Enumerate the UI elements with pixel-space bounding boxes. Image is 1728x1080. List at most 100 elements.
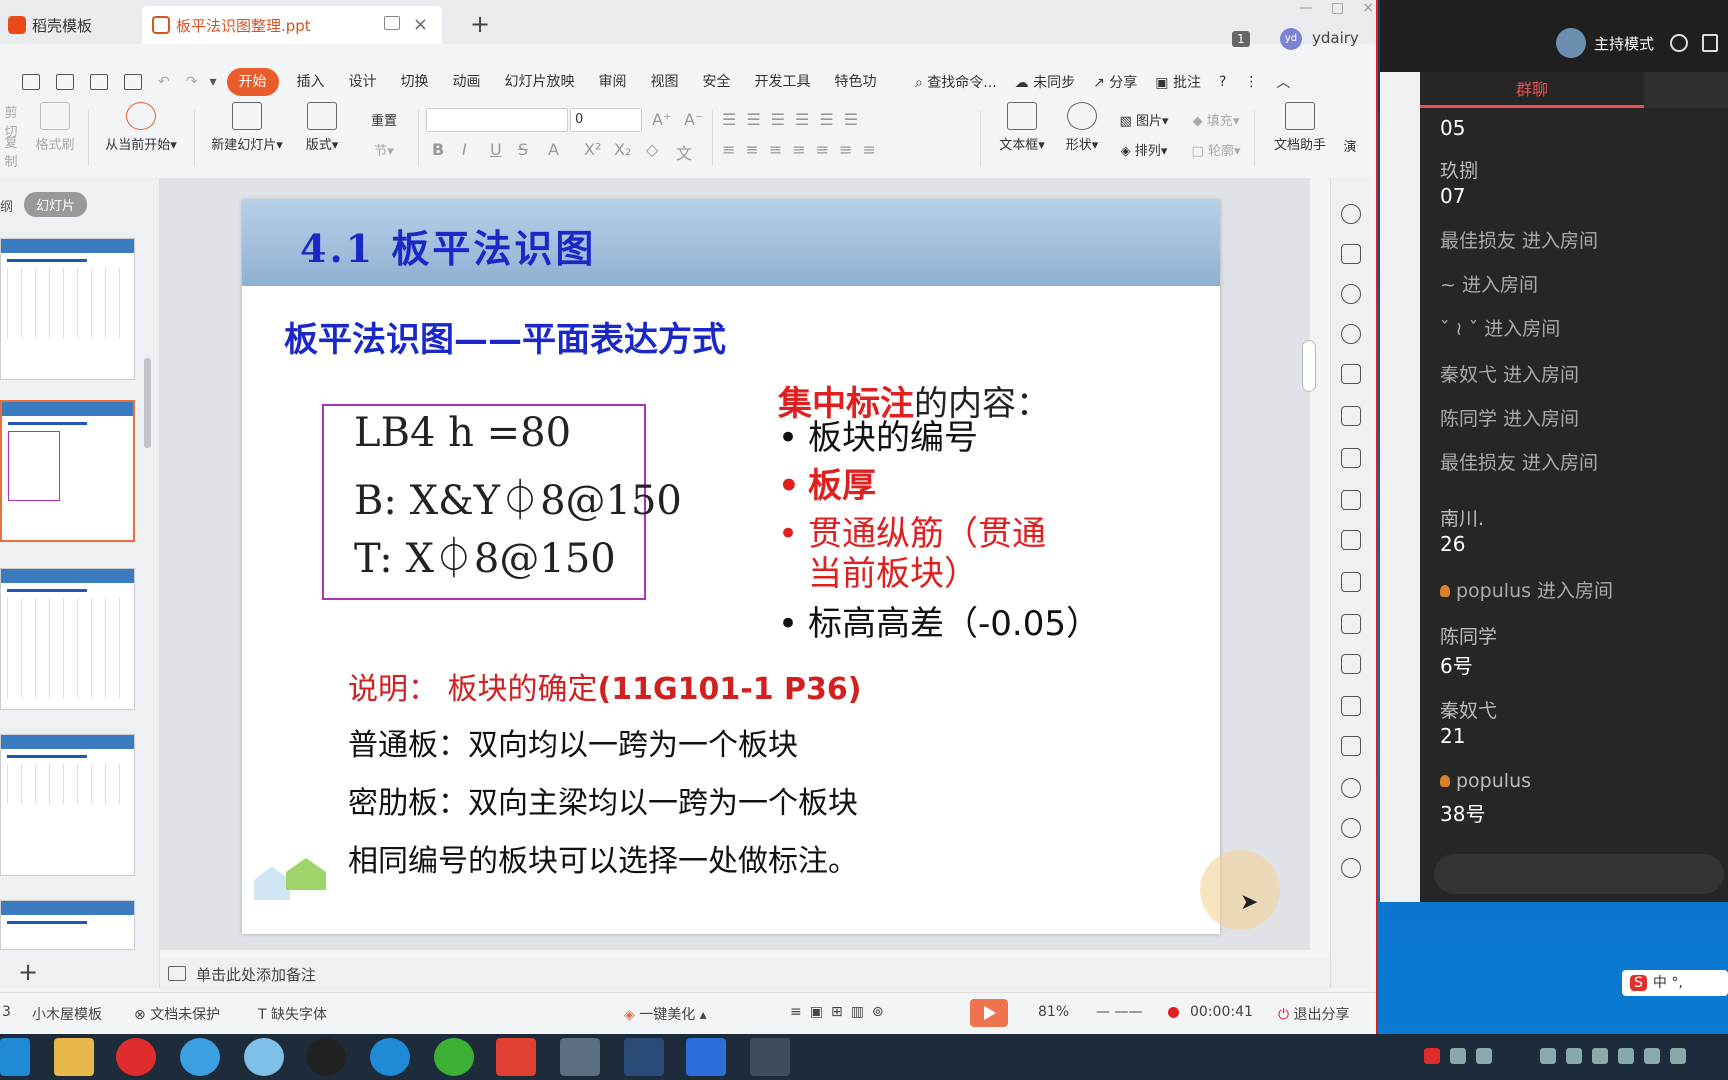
document-protection[interactable]: ⊗ 文档未保护: [134, 1004, 220, 1024]
clear-format-icon[interactable]: ◇: [646, 140, 658, 159]
font-size-select[interactable]: 0: [570, 108, 642, 132]
arrange-button[interactable]: ◈ 排列▾: [1112, 140, 1176, 159]
share-button[interactable]: ↗ 分享: [1093, 72, 1137, 92]
wps-icon[interactable]: [686, 1038, 726, 1076]
outline-tab[interactable]: 纲: [0, 196, 13, 215]
maximize-icon[interactable]: □: [1331, 0, 1344, 24]
academy-icon[interactable]: [560, 1038, 600, 1076]
menu-insert[interactable]: 插入: [285, 68, 337, 96]
more-icon[interactable]: ⋮: [1244, 74, 1258, 90]
help-tray-icon[interactable]: [1450, 1048, 1466, 1064]
new-tab-button[interactable]: +: [470, 10, 490, 38]
slide-scrollbar[interactable]: [1302, 340, 1316, 392]
netease-music-icon[interactable]: [116, 1038, 156, 1076]
zoom-level[interactable]: 81%: [1038, 1004, 1069, 1020]
slide-thumbnail-selected[interactable]: [0, 400, 135, 542]
picture-button[interactable]: ▧ 图片▾: [1112, 110, 1176, 129]
sync-status[interactable]: ☁ 未同步: [1015, 72, 1075, 92]
export-icon[interactable]: [56, 74, 74, 90]
gallery-icon[interactable]: [1341, 572, 1361, 592]
menu-design[interactable]: 设计: [337, 68, 389, 96]
slide[interactable]: 4.1 板平法识图 板平法识图——平面表达方式 LB4 h =80 B: X&Y…: [242, 200, 1220, 934]
user-avatar[interactable]: yd: [1280, 28, 1302, 50]
table-icon[interactable]: [1341, 406, 1361, 426]
help-icon[interactable]: ?: [1219, 74, 1226, 90]
export-share-icon[interactable]: [1341, 614, 1361, 634]
animation-icon[interactable]: [1341, 364, 1361, 384]
gear-icon[interactable]: [1670, 34, 1688, 52]
ke-app-icon[interactable]: [750, 1038, 790, 1076]
section-button[interactable]: 节▾: [354, 140, 414, 159]
host-avatar[interactable]: [1556, 28, 1586, 58]
grow-font-icon[interactable]: A⁺: [652, 110, 671, 129]
save-icon[interactable]: [22, 74, 40, 90]
history-icon[interactable]: [1341, 818, 1361, 838]
paragraph-tools-icon[interactable]: ☰☰☰☰☰☰: [722, 110, 868, 129]
slide-thumbnail[interactable]: [0, 734, 135, 876]
speaker-notes-bar[interactable]: 单击此处添加备注: [160, 958, 1330, 990]
reset-button[interactable]: 重置: [354, 110, 414, 129]
menu-transition[interactable]: 切换: [389, 68, 441, 96]
ime-toolbar[interactable]: S 中 °,: [1622, 970, 1728, 996]
customize-quickbar-icon[interactable]: ▾: [209, 74, 216, 90]
slide-thumbnail[interactable]: [0, 238, 135, 380]
new-slide-button[interactable]: 新建幻灯片▾: [204, 102, 290, 153]
badge-icon[interactable]: [1341, 324, 1361, 344]
photos-icon[interactable]: [180, 1038, 220, 1076]
annotation-image-box[interactable]: LB4 h =80 B: X&Y⏀8@150 T: X⏀8@150: [322, 404, 682, 600]
settings-sliders-icon[interactable]: [1341, 530, 1361, 550]
text-effect-icon[interactable]: 文: [676, 140, 692, 164]
fill-button[interactable]: ◆ 填充▾: [1184, 110, 1248, 129]
image-icon[interactable]: [1341, 696, 1361, 716]
sogou-tray-icon[interactable]: [1424, 1048, 1440, 1064]
jiang-app-icon[interactable]: [496, 1038, 536, 1076]
security-tray-icon[interactable]: [1566, 1048, 1582, 1064]
volume-tray-icon[interactable]: [1670, 1048, 1686, 1064]
qq-tray-icon[interactable]: [1540, 1048, 1556, 1064]
chart-icon[interactable]: [1341, 490, 1361, 510]
layout-button[interactable]: 版式▾: [300, 102, 344, 153]
shield-icon[interactable]: [1341, 778, 1361, 798]
menu-home[interactable]: 开始: [226, 68, 279, 96]
textbox-button[interactable]: 文本框▾: [992, 102, 1052, 153]
beautify-button[interactable]: ◈ 一键美化 ▴: [624, 1004, 707, 1024]
add-slide-button[interactable]: +: [18, 958, 38, 986]
shape-button[interactable]: 形状▾: [1056, 102, 1108, 153]
tab-other[interactable]: [1644, 72, 1728, 108]
network-tray-icon[interactable]: [1476, 1048, 1492, 1064]
help-icon[interactable]: [1341, 858, 1361, 878]
exit-share-button[interactable]: ⏻ 退出分享: [1278, 1004, 1350, 1024]
tab-group-chat[interactable]: 群聊: [1420, 72, 1644, 108]
battery-tray-icon[interactable]: [1618, 1048, 1634, 1064]
grid-icon[interactable]: [1341, 448, 1361, 468]
underline-icon[interactable]: U: [490, 140, 502, 159]
presenter-button[interactable]: 演: [1340, 136, 1360, 155]
zoom-slider[interactable]: — ——: [1096, 1004, 1142, 1020]
tab-template-store[interactable]: 稻壳模板: [8, 6, 138, 44]
menu-slideshow[interactable]: 幻灯片放映: [493, 68, 587, 96]
exit-icon[interactable]: [1702, 34, 1718, 52]
archive-icon[interactable]: [1341, 654, 1361, 674]
subscript-icon[interactable]: X₂: [614, 140, 631, 159]
strikethrough-icon[interactable]: S: [518, 140, 528, 159]
slide-thumbnail[interactable]: [0, 900, 135, 950]
print-icon[interactable]: [90, 74, 108, 90]
menu-view[interactable]: 视图: [639, 68, 691, 96]
float-window-icon[interactable]: [384, 16, 400, 30]
tab-current-document[interactable]: 板平法识图整理.ppt ×: [142, 6, 442, 44]
redo-icon[interactable]: ↷: [186, 74, 198, 90]
template-name[interactable]: 小木屋模板: [32, 1004, 102, 1024]
menu-animation[interactable]: 动画: [441, 68, 493, 96]
wifi-tray-icon[interactable]: [1644, 1048, 1660, 1064]
edge-icon[interactable]: [0, 1038, 30, 1076]
view-mode-icons[interactable]: ≡▣⊞▥⊚: [790, 1004, 892, 1020]
menu-security[interactable]: 安全: [691, 68, 743, 96]
format-painter-button[interactable]: 格式刷: [30, 102, 80, 153]
search-command[interactable]: ⌕ 查找命令...: [915, 72, 997, 92]
undo-icon[interactable]: ↶: [158, 74, 170, 90]
window-count-badge[interactable]: 1: [1232, 31, 1250, 47]
cad-icon[interactable]: [624, 1038, 664, 1076]
slides-tab[interactable]: 幻灯片: [24, 192, 88, 217]
qq-icon[interactable]: [306, 1038, 346, 1076]
slide-thumbnail[interactable]: [0, 568, 135, 710]
